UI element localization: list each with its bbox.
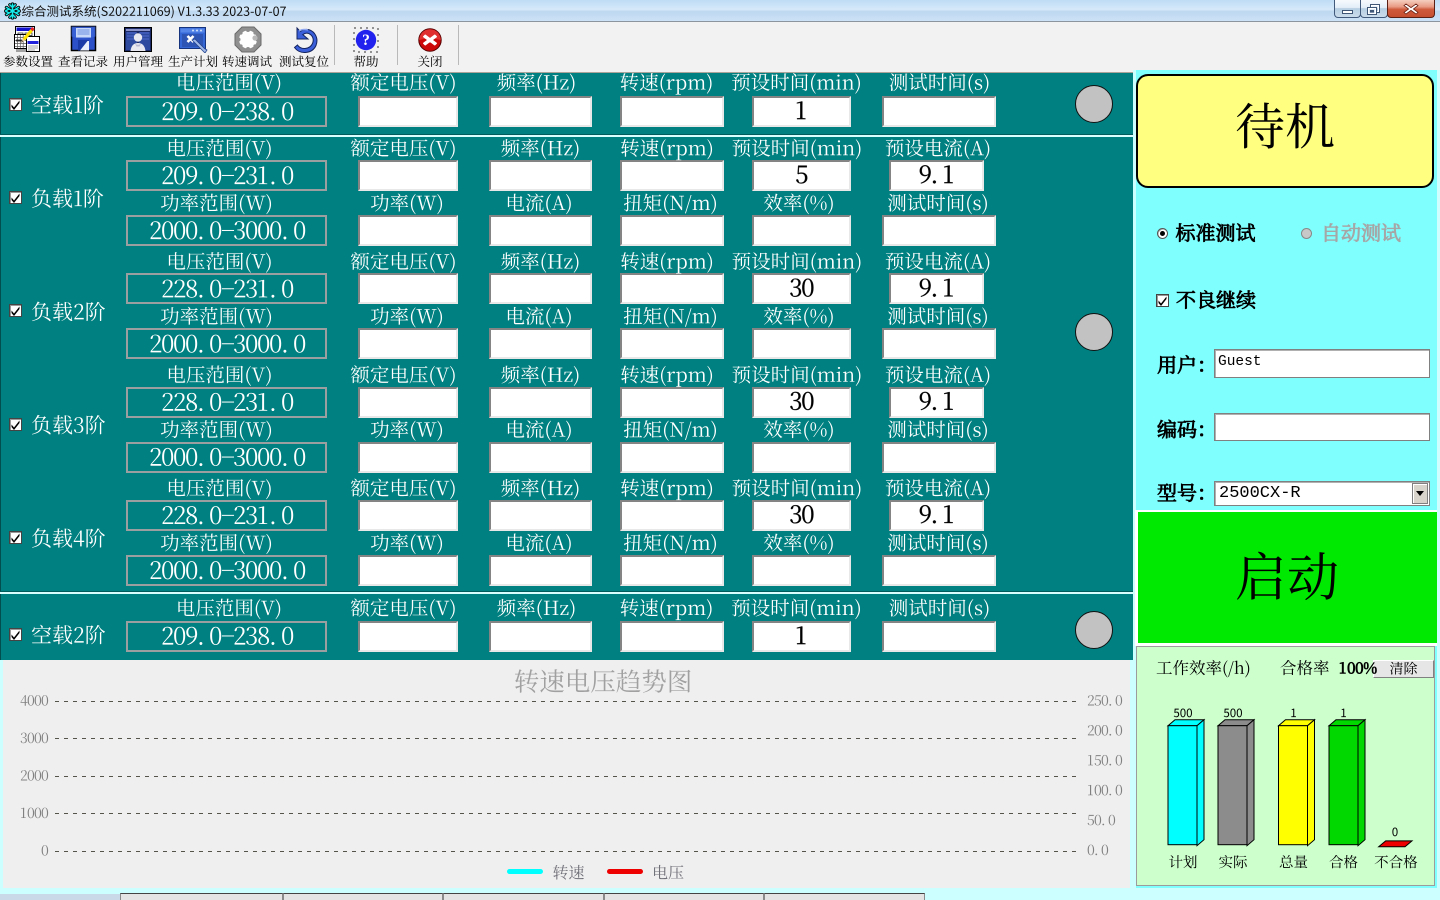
svg-text:?: ?	[362, 32, 370, 49]
